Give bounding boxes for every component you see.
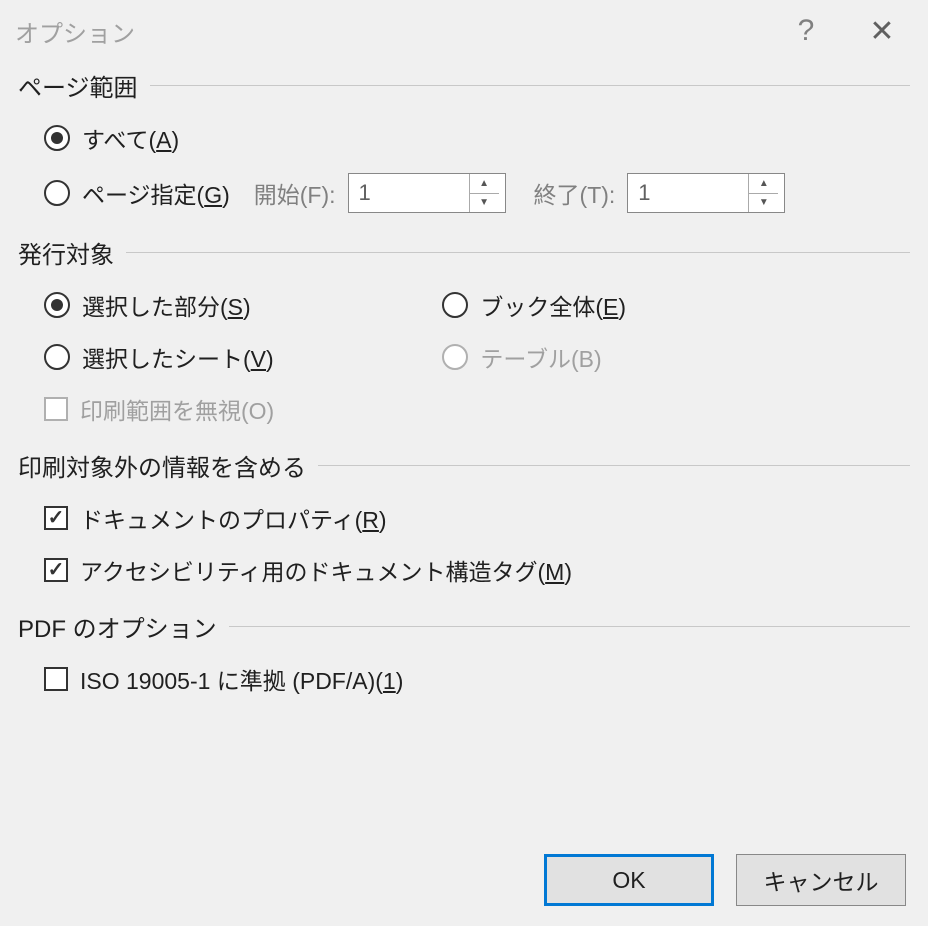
group-publish-what: 発行対象 選択した部分(S) ブック全体(E) 選択したシート(V) テーブル(… (18, 235, 910, 426)
label-to: 終了(T): (534, 176, 616, 210)
divider (318, 465, 910, 466)
label-doc-structure-tags: アクセシビリティ用のドキュメント構造タグ(M) (80, 553, 572, 587)
label-doc-properties: ドキュメントのプロパティ(R) (80, 501, 387, 535)
checkbox-row-iso[interactable]: ISO 19005-1 に準拠 (PDF/A)(1) (44, 662, 910, 696)
label-sheets: 選択したシート(V) (82, 340, 274, 374)
ok-button[interactable]: OK (544, 854, 714, 906)
radio-option-table: テーブル(B) (442, 340, 840, 374)
checkbox-row-doctags[interactable]: アクセシビリティ用のドキュメント構造タグ(M) (44, 553, 910, 587)
group-header-publish: 発行対象 (18, 235, 910, 270)
radio-sheets[interactable] (44, 344, 70, 370)
chevron-up-icon[interactable]: ▲ (470, 174, 499, 194)
group-header-page-range: ページ範囲 (18, 68, 910, 103)
chevron-down-icon[interactable]: ▼ (749, 194, 778, 213)
label-selection: 選択した部分(S) (82, 288, 251, 322)
close-icon[interactable]: ✕ (854, 14, 910, 49)
radio-option-sheets[interactable]: 選択したシート(V) (44, 340, 442, 374)
checkbox-iso-pdfa[interactable] (44, 667, 68, 691)
spinner-to-arrows[interactable]: ▲ ▼ (748, 174, 778, 212)
legend-page-range: ページ範囲 (18, 68, 138, 103)
divider (229, 626, 910, 627)
group-header-nonprint: 印刷対象外の情報を含める (18, 448, 910, 483)
radio-table (442, 344, 468, 370)
spinner-from[interactable]: ▲ ▼ (348, 173, 506, 213)
label-all: すべて(A) (82, 121, 179, 155)
radio-pages[interactable] (44, 180, 70, 206)
spinner-from-arrows[interactable]: ▲ ▼ (469, 174, 499, 212)
divider (150, 85, 910, 86)
label-workbook: ブック全体(E) (480, 288, 626, 322)
radio-row-pages: ページ指定(G) 開始(F): ▲ ▼ 終了(T): ▲ ▼ (44, 173, 910, 213)
checkbox-ignore-print-areas (44, 397, 68, 421)
label-pages: ページ指定(G) (82, 176, 230, 210)
button-bar: OK キャンセル (0, 844, 928, 926)
help-icon[interactable]: ? (778, 14, 834, 48)
label-iso-pdfa: ISO 19005-1 に準拠 (PDF/A)(1) (80, 662, 403, 696)
title-bar: オプション ? ✕ (0, 0, 928, 62)
group-page-range: ページ範囲 すべて(A) ページ指定(G) 開始(F): ▲ ▼ 終了(T): (18, 68, 910, 213)
radio-option-pages[interactable]: ページ指定(G) (44, 176, 230, 210)
input-from[interactable] (349, 174, 469, 212)
group-non-printing: 印刷対象外の情報を含める ドキュメントのプロパティ(R) アクセシビリティ用のド… (18, 448, 910, 587)
radio-option-selection[interactable]: 選択した部分(S) (44, 288, 442, 322)
group-pdf-options: PDF のオプション ISO 19005-1 に準拠 (PDF/A)(1) (18, 609, 910, 696)
legend-pdf: PDF のオプション (18, 609, 217, 644)
radio-all[interactable] (44, 125, 70, 151)
radio-workbook[interactable] (442, 292, 468, 318)
cancel-button[interactable]: キャンセル (736, 854, 906, 906)
chevron-down-icon[interactable]: ▼ (470, 194, 499, 213)
checkbox-doc-properties[interactable] (44, 506, 68, 530)
label-from: 開始(F): (254, 176, 336, 210)
legend-publish: 発行対象 (18, 235, 114, 270)
label-ignore-print-areas: 印刷範囲を無視(O) (80, 392, 274, 426)
checkbox-row-ignore-print: 印刷範囲を無視(O) (44, 392, 910, 426)
radio-option-workbook[interactable]: ブック全体(E) (442, 288, 840, 322)
dialog-content: ページ範囲 すべて(A) ページ指定(G) 開始(F): ▲ ▼ 終了(T): (0, 62, 928, 696)
dialog-title: オプション (15, 14, 778, 49)
input-to[interactable] (628, 174, 748, 212)
publish-row-2: 選択したシート(V) テーブル(B) (44, 340, 910, 374)
group-header-pdf: PDF のオプション (18, 609, 910, 644)
publish-row-1: 選択した部分(S) ブック全体(E) (44, 288, 910, 322)
label-table: テーブル(B) (480, 340, 601, 374)
legend-nonprint: 印刷対象外の情報を含める (18, 448, 306, 483)
divider (126, 252, 910, 253)
checkbox-row-docprops[interactable]: ドキュメントのプロパティ(R) (44, 501, 910, 535)
checkbox-doc-structure-tags[interactable] (44, 558, 68, 582)
chevron-up-icon[interactable]: ▲ (749, 174, 778, 194)
radio-selection[interactable] (44, 292, 70, 318)
radio-row-all[interactable]: すべて(A) (44, 121, 910, 155)
spinner-to[interactable]: ▲ ▼ (627, 173, 785, 213)
